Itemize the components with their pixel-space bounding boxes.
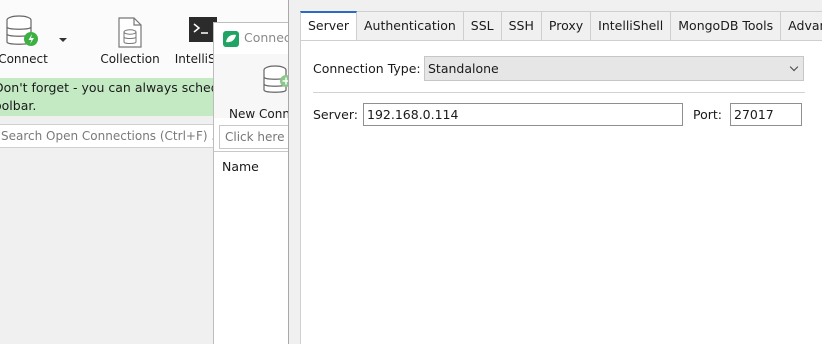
search-open-connections-input[interactable]: Search Open Connections (Ctrl+F) ...: [0, 124, 214, 148]
collection-icon: [118, 17, 142, 48]
connection-type-label: Connection Type:: [313, 61, 421, 76]
chevron-down-icon: [789, 62, 799, 72]
connect-dropdown-chevron-icon[interactable]: [59, 38, 67, 42]
tab-advanced[interactable]: Advanced: [781, 11, 822, 41]
connection-type-select[interactable]: Standalone: [424, 56, 804, 81]
tab-server[interactable]: Server: [300, 11, 357, 41]
new-connection-button[interactable]: New Conn: [229, 62, 292, 121]
new-connection-label: New Conn: [229, 107, 290, 121]
connection-type-value: Standalone: [428, 61, 499, 76]
name-column-header[interactable]: Name: [222, 159, 259, 174]
tab-proxy[interactable]: Proxy: [541, 11, 592, 41]
app-leaf-icon: [223, 31, 239, 47]
connect-label: Connect: [0, 52, 48, 66]
collection-button[interactable]: Collection: [96, 14, 164, 74]
settings-tab-bar: Server Authentication SSL SSH Proxy Inte…: [300, 11, 822, 41]
database-connect-icon: [6, 15, 38, 46]
collection-label: Collection: [100, 52, 160, 66]
connection-settings-dialog: Server Authentication SSL SSH Proxy Inte…: [288, 0, 822, 344]
connect-button[interactable]: Connect: [0, 14, 58, 74]
port-input[interactable]: [730, 103, 802, 126]
tip-banner: Don't forget - you can always schedul oo…: [0, 78, 214, 116]
tab-authentication[interactable]: Authentication: [357, 11, 464, 41]
server-label: Server:: [313, 107, 358, 122]
divider: [313, 92, 805, 93]
tab-mongodb-tools[interactable]: MongoDB Tools: [671, 11, 782, 41]
connection-manager-title: Connec: [244, 30, 291, 45]
tab-ssl[interactable]: SSL: [463, 11, 502, 41]
server-tab-panel: Connection Type: Standalone Server: Port…: [300, 40, 822, 344]
port-label: Port:: [693, 107, 722, 122]
tab-ssh[interactable]: SSH: [501, 11, 542, 41]
tab-intellishell[interactable]: IntelliShell: [591, 11, 672, 41]
tip-text-line-2: oolbar.: [0, 98, 37, 113]
server-input[interactable]: [363, 103, 683, 126]
tip-text-line-1: Don't forget - you can always schedul: [0, 80, 214, 95]
